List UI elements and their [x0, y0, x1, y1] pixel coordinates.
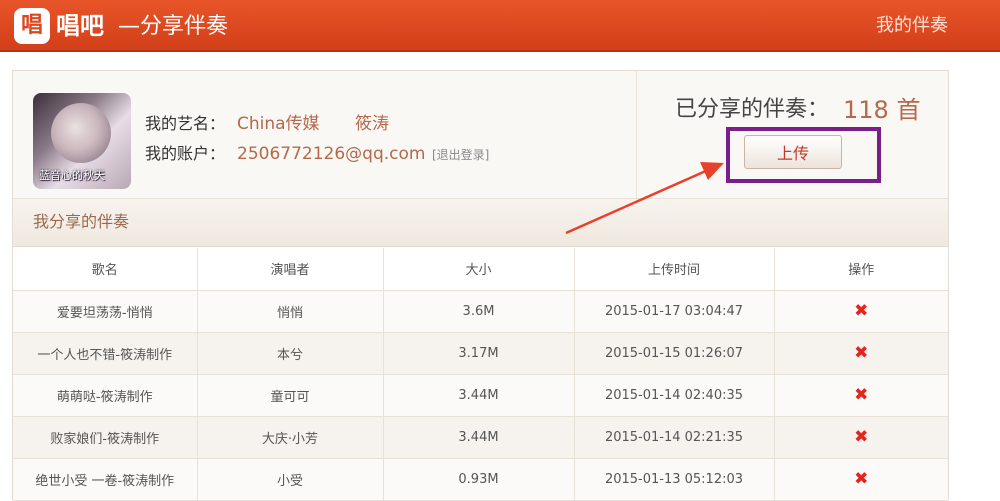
cell-size: 0.93M — [383, 458, 575, 501]
cell-actions: ✖ — [774, 458, 948, 501]
nav-my-accompaniments[interactable]: 我的伴奏 — [876, 13, 948, 39]
stage-name-label: 我的艺名： — [145, 114, 226, 133]
cell-size: 3.44M — [383, 374, 575, 417]
stage-name-extra: 筱涛 — [355, 114, 389, 134]
cell-upload-time: 2015-01-17 03:04:47 — [574, 290, 775, 333]
delete-icon[interactable]: ✖ — [854, 427, 868, 447]
cell-song-name: 萌萌哒-筱涛制作 — [13, 374, 198, 417]
section-title: 我分享的伴奏 — [33, 212, 130, 231]
cell-size: 3.6M — [383, 290, 575, 333]
cell-singer: 小受 — [197, 458, 384, 501]
cell-size: 3.44M — [383, 416, 575, 459]
app-header: 唱 唱吧 —分享伴奏 我的伴奏 — [0, 0, 1000, 52]
delete-icon[interactable]: ✖ — [854, 469, 868, 489]
cell-actions: ✖ — [774, 416, 948, 459]
delete-icon[interactable]: ✖ — [854, 385, 868, 405]
delete-icon[interactable]: ✖ — [854, 343, 868, 363]
cell-size: 3.17M — [383, 332, 575, 375]
cell-singer: 悄悄 — [197, 290, 384, 333]
table-row: 一个人也不错-筱涛制作 本兮 3.17M 2015-01-15 01:26:07… — [13, 332, 948, 375]
column-header-song: 歌名 — [13, 248, 198, 291]
account-label: 我的账户： — [145, 144, 226, 163]
profile-divider — [636, 71, 637, 199]
column-header-actions: 操作 — [774, 248, 948, 291]
app-logo-icon[interactable]: 唱 — [14, 8, 50, 44]
table-row: 爱要坦荡荡-悄悄 悄悄 3.6M 2015-01-17 03:04:47 ✖ — [13, 290, 948, 333]
account-value: 2506772126@qq.com — [237, 144, 426, 164]
page-subtitle: —分享伴奏 — [118, 14, 229, 39]
cell-singer: 大庆·小芳 — [197, 416, 384, 459]
logo-glyph: 唱 — [20, 13, 43, 38]
accompaniment-table: 歌名 演唱者 大小 上传时间 操作 爱要坦荡荡-悄悄 悄悄 3.6M 2015-… — [13, 248, 948, 501]
cell-singer: 童可可 — [197, 374, 384, 417]
delete-icon[interactable]: ✖ — [854, 301, 868, 321]
table-row: 绝世小受 一卷-筱涛制作 小受 0.93M 2015-01-13 05:12:0… — [13, 458, 948, 501]
upload-highlight-box — [726, 127, 881, 183]
table-row: 败家娘们-筱涛制作 大庆·小芳 3.44M 2015-01-14 02:21:3… — [13, 416, 948, 459]
cell-actions: ✖ — [774, 374, 948, 417]
avatar: 蓝音心的秋天 — [33, 93, 131, 189]
cell-upload-time: 2015-01-14 02:40:35 — [574, 374, 775, 417]
cell-song-name: 败家娘们-筱涛制作 — [13, 416, 198, 459]
cell-actions: ✖ — [774, 332, 948, 375]
avatar-photo — [51, 103, 111, 163]
stage-name-value: China传媒 — [237, 114, 320, 134]
cell-song-name: 绝世小受 一卷-筱涛制作 — [13, 458, 198, 501]
cell-upload-time: 2015-01-15 01:26:07 — [574, 332, 775, 375]
shared-count-value: 118 首 — [843, 96, 921, 124]
shared-count-label: 已分享的伴奏： — [675, 97, 830, 122]
column-header-upload-time: 上传时间 — [574, 248, 775, 291]
column-header-singer: 演唱者 — [197, 248, 384, 291]
app-name[interactable]: 唱吧 — [56, 11, 104, 41]
cell-song-name: 一个人也不错-筱涛制作 — [13, 332, 198, 375]
cell-song-name: 爱要坦荡荡-悄悄 — [13, 290, 198, 333]
logout-link[interactable]: [退出登录] — [432, 144, 489, 166]
table-header-row: 歌名 演唱者 大小 上传时间 操作 — [13, 248, 948, 291]
cell-actions: ✖ — [774, 290, 948, 333]
avatar-caption: 蓝音心的秋天 — [39, 169, 105, 182]
cell-upload-time: 2015-01-14 02:21:35 — [574, 416, 775, 459]
table-row: 萌萌哒-筱涛制作 童可可 3.44M 2015-01-14 02:40:35 ✖ — [13, 374, 948, 417]
cell-singer: 本兮 — [197, 332, 384, 375]
section-header: 我分享的伴奏 — [13, 199, 948, 247]
cell-upload-time: 2015-01-13 05:12:03 — [574, 458, 775, 501]
column-header-size: 大小 — [383, 248, 575, 291]
